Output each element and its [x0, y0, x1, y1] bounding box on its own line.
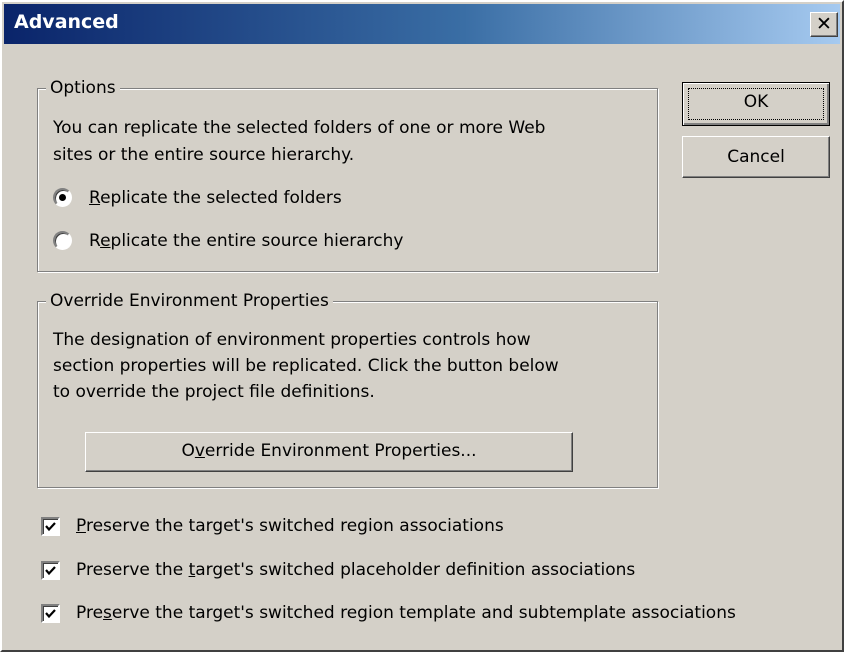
checkbox-preserve-template[interactable]	[41, 604, 60, 623]
window-title: Advanced	[14, 11, 119, 33]
options-description-line-1: You can replicate the selected folders o…	[53, 118, 546, 138]
label-rest: plicate the entire source hierarchy	[110, 231, 404, 251]
checkmark-icon	[45, 609, 56, 619]
ok-button[interactable]: OK	[682, 82, 830, 126]
radio-dot	[59, 194, 66, 201]
checkbox-preserve-template-label[interactable]: Preserve the target's switched region te…	[76, 601, 736, 626]
override-button-label: Override Environment Properties...	[181, 441, 477, 461]
advanced-dialog: Advanced ✕ Options You can replicate the…	[0, 0, 844, 652]
override-description-line-1: The designation of environment propertie…	[53, 330, 531, 350]
mnemonic-p: P	[76, 516, 86, 536]
radio-replicate-entire[interactable]	[53, 231, 72, 250]
radio-replicate-selected-label[interactable]: Replicate the selected folders	[89, 186, 342, 211]
radio-replicate-selected[interactable]	[53, 188, 72, 207]
override-description-line-3: to override the project file definitions…	[53, 382, 375, 402]
override-description-line-2: section properties will be replicated. C…	[53, 356, 559, 376]
mnemonic-v: v	[194, 441, 205, 461]
checkbox-preserve-region-label[interactable]: Preserve the target's switched region as…	[76, 514, 504, 539]
options-group-title: Options	[46, 78, 120, 98]
focus-rectangle	[688, 88, 824, 120]
checkmark-icon	[45, 566, 56, 576]
checkbox-preserve-region[interactable]	[41, 517, 60, 536]
override-environment-properties-button[interactable]: Override Environment Properties...	[85, 432, 573, 472]
close-button[interactable]: ✕	[810, 12, 838, 37]
options-description-line-2: sites or the entire source hierarchy.	[53, 145, 355, 165]
label-rest: eplicate the selected folders	[100, 188, 342, 208]
override-group-title: Override Environment Properties	[46, 291, 333, 311]
cancel-button[interactable]: Cancel	[682, 136, 830, 178]
checkbox-preserve-placeholder-label[interactable]: Preserve the target's switched placehold…	[76, 558, 635, 583]
close-icon: ✕	[816, 13, 832, 35]
mnemonic-r: R	[89, 188, 101, 208]
checkbox-preserve-placeholder[interactable]	[41, 561, 60, 580]
checkmark-icon	[45, 522, 56, 532]
label-before: R	[89, 231, 101, 251]
mnemonic-s: s	[103, 603, 112, 623]
cancel-button-label: Cancel	[727, 147, 785, 167]
title-bar[interactable]: Advanced ✕	[4, 4, 840, 44]
radio-replicate-entire-label[interactable]: Replicate the entire source hierarchy	[89, 229, 403, 254]
mnemonic-e: e	[100, 231, 111, 251]
